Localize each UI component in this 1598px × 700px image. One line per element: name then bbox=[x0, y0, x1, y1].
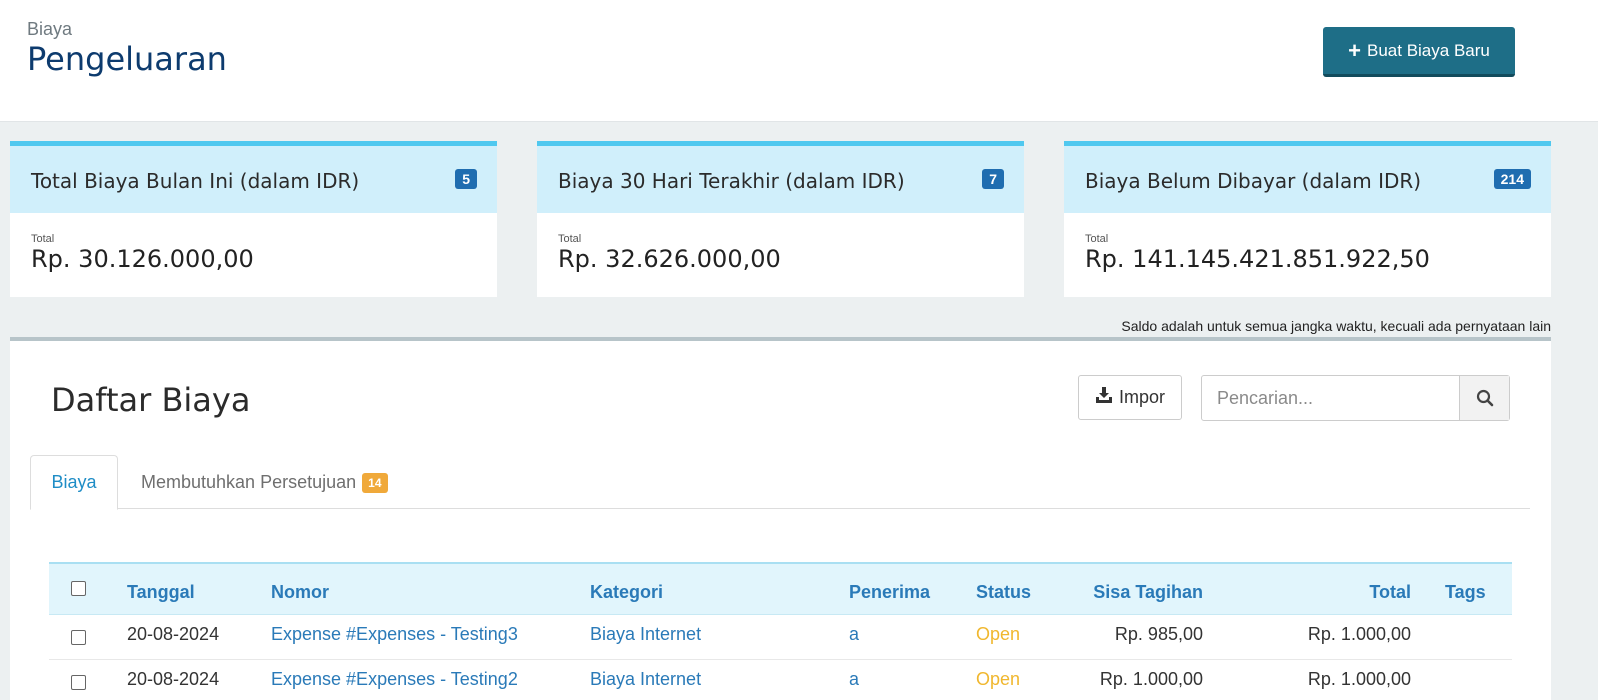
breadcrumb[interactable]: Biaya bbox=[27, 19, 72, 40]
search-button[interactable] bbox=[1459, 376, 1509, 420]
expense-list-panel: Daftar Biaya Impor Biaya Membutuhkan Per… bbox=[10, 337, 1551, 700]
search-box bbox=[1201, 375, 1510, 421]
import-label: Impor bbox=[1118, 387, 1165, 407]
select-all-checkbox[interactable] bbox=[71, 581, 86, 596]
row-number-link[interactable]: Expense #Expenses - Testing3 bbox=[271, 624, 518, 645]
table-row[interactable]: 20-08-2024 Expense #Expenses - Testing2 … bbox=[49, 660, 1512, 700]
row-remaining: Rp. 1.000,00 bbox=[1099, 669, 1203, 689]
row-checkbox[interactable] bbox=[71, 675, 86, 690]
column-header-recipient[interactable]: Penerima bbox=[849, 582, 930, 603]
card-title: Biaya 30 Hari Terakhir (dalam IDR) bbox=[558, 169, 905, 193]
search-icon bbox=[1476, 389, 1493, 407]
row-total: Rp. 1.000,00 bbox=[1307, 624, 1411, 644]
total-label: Total bbox=[31, 233, 55, 245]
tab-expenses[interactable]: Biaya bbox=[30, 455, 118, 510]
total-value: Rp. 141.145.421.851.922,50 bbox=[1085, 245, 1430, 273]
card-title: Total Biaya Bulan Ini (dalam IDR) bbox=[31, 169, 360, 193]
page-header: Biaya Pengeluaran + Buat Biaya Baru bbox=[0, 0, 1598, 122]
column-header-category[interactable]: Kategori bbox=[590, 582, 663, 603]
create-expense-button[interactable]: + Buat Biaya Baru bbox=[1323, 27, 1515, 77]
column-header-remaining[interactable]: Sisa Tagihan bbox=[1093, 582, 1203, 603]
total-value: Rp. 30.126.000,00 bbox=[31, 245, 254, 273]
column-header-total[interactable]: Total bbox=[1369, 582, 1411, 603]
total-value: Rp. 32.626.000,00 bbox=[558, 245, 781, 273]
row-recipient-link[interactable]: a bbox=[849, 669, 859, 690]
balance-note: Saldo adalah untuk semua jangka waktu, k… bbox=[1121, 318, 1551, 334]
card-title: Biaya Belum Dibayar (dalam IDR) bbox=[1085, 169, 1422, 193]
create-expense-label: Buat Biaya Baru bbox=[1367, 40, 1490, 60]
row-number-link[interactable]: Expense #Expenses - Testing2 bbox=[271, 669, 518, 690]
total-label: Total bbox=[1085, 233, 1109, 245]
column-header-date[interactable]: Tanggal bbox=[127, 582, 195, 603]
count-badge: 7 bbox=[982, 169, 1004, 189]
import-button[interactable]: Impor bbox=[1078, 375, 1182, 420]
column-header-status[interactable]: Status bbox=[976, 582, 1031, 603]
table-row[interactable]: 20-08-2024 Expense #Expenses - Testing3 … bbox=[49, 615, 1512, 660]
count-badge: 214 bbox=[1493, 169, 1531, 189]
table-header: Tanggal Nomor Kategori Penerima Status S… bbox=[49, 562, 1512, 615]
page-title: Pengeluaran bbox=[27, 40, 227, 78]
plus-icon: + bbox=[1348, 37, 1361, 63]
summary-card-last-30-days[interactable]: Biaya 30 Hari Terakhir (dalam IDR) 7 Tot… bbox=[537, 141, 1024, 297]
approval-count-badge: 14 bbox=[362, 472, 388, 493]
row-date: 20-08-2024 bbox=[127, 624, 220, 644]
column-header-tags[interactable]: Tags bbox=[1445, 582, 1486, 603]
row-checkbox[interactable] bbox=[71, 630, 86, 645]
tab-label: Biaya bbox=[51, 472, 97, 492]
row-category-link[interactable]: Biaya Internet bbox=[590, 669, 701, 690]
summary-card-unpaid[interactable]: Biaya Belum Dibayar (dalam IDR) 214 Tota… bbox=[1064, 141, 1551, 297]
download-icon bbox=[1095, 386, 1113, 409]
row-date: 20-08-2024 bbox=[127, 669, 220, 689]
column-header-number[interactable]: Nomor bbox=[271, 582, 329, 603]
expense-table: Tanggal Nomor Kategori Penerima Status S… bbox=[49, 562, 1512, 700]
summary-card-this-month[interactable]: Total Biaya Bulan Ini (dalam IDR) 5 Tota… bbox=[10, 141, 497, 297]
list-title: Daftar Biaya bbox=[51, 381, 251, 419]
row-category-link[interactable]: Biaya Internet bbox=[590, 624, 701, 645]
tab-bar: Biaya Membutuhkan Persetujuan 14 bbox=[30, 455, 1530, 510]
tab-label: Membutuhkan Persetujuan bbox=[141, 472, 357, 492]
row-remaining: Rp. 985,00 bbox=[1114, 624, 1203, 644]
row-status: Open bbox=[976, 624, 1021, 644]
search-input[interactable] bbox=[1202, 376, 1459, 420]
row-total: Rp. 1.000,00 bbox=[1307, 669, 1411, 689]
count-badge: 5 bbox=[455, 169, 477, 189]
row-status: Open bbox=[976, 669, 1021, 689]
tab-needs-approval[interactable]: Membutuhkan Persetujuan 14 bbox=[141, 455, 388, 510]
row-recipient-link[interactable]: a bbox=[849, 624, 859, 645]
total-label: Total bbox=[558, 233, 582, 245]
